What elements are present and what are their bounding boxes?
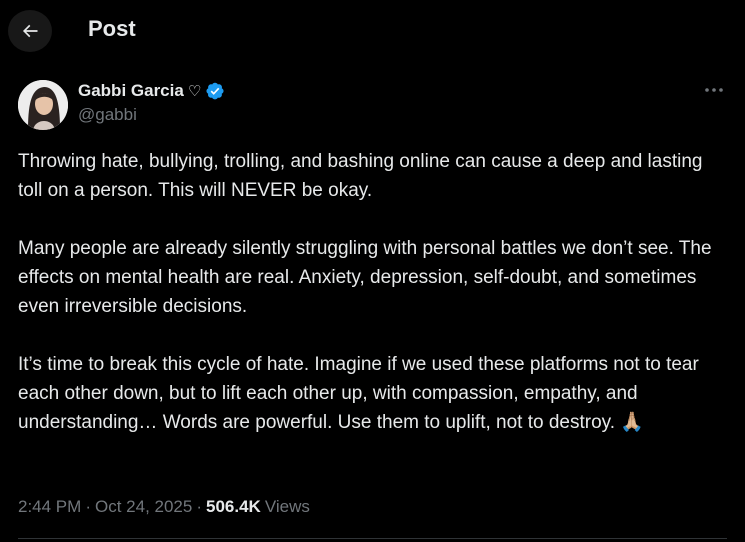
tweet-paragraph-1: Throwing hate, bullying, trolling, and b… — [18, 151, 703, 201]
tweet-text: Throwing hate, bullying, trolling, and b… — [18, 147, 730, 437]
handle[interactable]: @gabbi — [78, 105, 137, 125]
tweet-meta: 2:44 PM · Oct 24, 2025 · 506.4K Views — [18, 497, 310, 517]
meta-separator-2: · — [196, 497, 202, 516]
meta-separator-1: · — [85, 497, 91, 516]
page-title: Post — [88, 16, 136, 41]
display-name[interactable]: Gabbi Garcia — [78, 81, 184, 101]
header: Post — [0, 0, 745, 62]
divider — [18, 538, 727, 539]
avatar[interactable] — [18, 80, 68, 130]
author-row: Gabbi Garcia ♡ @gabbi — [18, 80, 728, 130]
more-dots-icon — [705, 88, 723, 92]
arrow-left-icon — [22, 24, 38, 38]
views-label: Views — [264, 497, 310, 516]
more-options-button[interactable] — [702, 80, 726, 100]
views-count: 506.4K — [206, 497, 261, 516]
back-button[interactable] — [8, 10, 52, 52]
verified-badge-icon[interactable] — [205, 81, 225, 101]
tweet-date[interactable]: Oct 24, 2025 — [95, 497, 192, 517]
tweet-paragraph-3: It’s time to break this cycle of hate. I… — [18, 354, 699, 433]
heart-suffix: ♡ — [187, 83, 202, 100]
tweet-paragraph-2: Many people are already silently struggl… — [18, 238, 712, 317]
name-row: Gabbi Garcia ♡ — [78, 80, 225, 102]
tweet-time[interactable]: 2:44 PM — [18, 497, 81, 517]
avatar-photo-icon — [18, 80, 68, 130]
